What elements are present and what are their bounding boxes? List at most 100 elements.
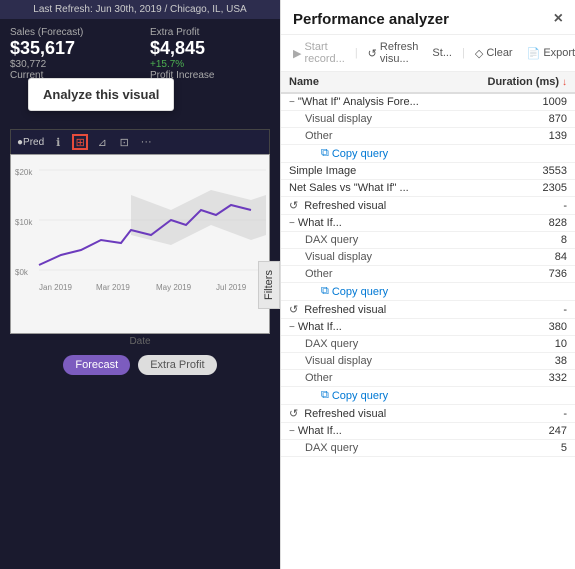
row-name: What If... — [298, 321, 477, 333]
svg-text:$10k: $10k — [15, 218, 33, 227]
table-row: Simple Image 3553 — [281, 163, 575, 180]
visual-icon[interactable]: ⊞ — [72, 134, 88, 150]
table-row: DAX query 10 — [281, 336, 575, 353]
legend-extra-profit[interactable]: Extra Profit — [138, 355, 216, 375]
right-panel: Performance analyzer × ▶ Start record...… — [280, 0, 575, 569]
row-duration: 828 — [477, 217, 567, 229]
kpi-sales-sub1: $30,772 — [10, 59, 130, 70]
svg-text:$20k: $20k — [15, 168, 33, 177]
export-button[interactable]: 📄 Export — [523, 45, 575, 62]
table-row: − What If... 828 — [281, 215, 575, 232]
st-button[interactable]: St... — [428, 45, 456, 61]
export-label: Export — [543, 47, 575, 59]
row-name: "What If" Analysis Fore... — [298, 96, 477, 108]
table-row: ⧉ Copy query — [281, 283, 575, 301]
row-duration: 736 — [477, 268, 567, 280]
row-duration: 84 — [477, 251, 567, 263]
filters-tab[interactable]: Filters — [258, 261, 280, 309]
row-duration: 8 — [477, 234, 567, 246]
kpi-profit: Extra Profit $4,845 +15.7% Profit Increa… — [150, 27, 270, 81]
refresh-row-icon: ↺ — [289, 199, 298, 212]
table-row: Other 736 — [281, 266, 575, 283]
table-row: DAX query 8 — [281, 232, 575, 249]
chart-toolbar: ●Pred ℹ ⊞ ⊿ ⊡ ··· — [10, 129, 270, 154]
row-duration: 332 — [477, 372, 567, 384]
svg-text:$0k: $0k — [15, 268, 29, 277]
row-name: Net Sales vs "What If" ... — [289, 182, 477, 194]
table-row: Visual display 38 — [281, 353, 575, 370]
table-row: Other 332 — [281, 370, 575, 387]
topbar: Last Refresh: Jun 30th, 2019 / Chicago, … — [0, 0, 280, 19]
pred-label: ●Pred — [17, 137, 44, 148]
row-name: Other — [289, 372, 477, 384]
expand-icon[interactable]: − — [289, 218, 295, 229]
refresh-row: ↺ Refreshed visual - — [281, 197, 575, 215]
table-row: − "What If" Analysis Fore... 1009 — [281, 94, 575, 111]
expand-icon[interactable]: − — [289, 322, 295, 333]
chart-x-label: Date — [10, 336, 270, 347]
row-duration: 139 — [477, 130, 567, 142]
col-duration-header: Duration (ms) ↓ — [477, 76, 567, 88]
row-name: Other — [289, 268, 477, 280]
refresh-row-name: Refreshed visual — [304, 408, 477, 420]
row-name: DAX query — [289, 234, 477, 246]
kpi-profit-change: +15.7% — [150, 59, 270, 70]
panel-toolbar: ▶ Start record... | ↺ Refresh visu... St… — [281, 35, 575, 72]
copy-query-link[interactable]: ⧉ Copy query — [289, 389, 477, 402]
clear-label: Clear — [486, 47, 512, 59]
table-row: Net Sales vs "What If" ... 2305 — [281, 180, 575, 197]
st-label: St... — [432, 47, 452, 59]
legend-row: Forecast Extra Profit — [10, 347, 270, 383]
row-name: What If... — [298, 217, 477, 229]
expand-icon[interactable]: − — [289, 426, 295, 437]
record-label: Start record... — [304, 41, 344, 65]
legend-forecast[interactable]: Forecast — [63, 355, 130, 375]
expand-icon[interactable]: − — [289, 97, 295, 108]
sort-icon[interactable]: ↓ — [562, 77, 567, 88]
refresh-button[interactable]: ↺ Refresh visu... — [364, 39, 423, 67]
refresh-row-duration: - — [477, 408, 567, 420]
table-row: Visual display 84 — [281, 249, 575, 266]
panel-header: Performance analyzer × — [281, 0, 575, 35]
record-button[interactable]: ▶ Start record... — [289, 39, 349, 67]
row-duration: 5 — [477, 442, 567, 454]
table-row: ⧉ Copy query — [281, 145, 575, 163]
kpi-sales-value: $35,617 — [10, 38, 130, 59]
col-name-header: Name — [289, 76, 477, 88]
table-row: − What If... 380 — [281, 319, 575, 336]
refresh-row-icon: ↺ — [289, 407, 298, 420]
table-row: ⧉ Copy query — [281, 387, 575, 405]
performance-table: Name Duration (ms) ↓ − "What If" Analysi… — [281, 72, 575, 569]
info-icon[interactable]: ℹ — [50, 134, 66, 150]
left-panel: Last Refresh: Jun 30th, 2019 / Chicago, … — [0, 0, 280, 569]
table-row: Visual display 870 — [281, 111, 575, 128]
row-name: DAX query — [289, 442, 477, 454]
copy-icon: ⧉ — [321, 389, 329, 402]
copy-query-link[interactable]: ⧉ Copy query — [289, 285, 477, 298]
row-name: Visual display — [289, 113, 477, 125]
kpi-profit-value: $4,845 — [150, 38, 270, 59]
row-duration: 247 — [477, 425, 567, 437]
table-header: Name Duration (ms) ↓ — [281, 72, 575, 94]
row-duration: 380 — [477, 321, 567, 333]
refresh-label: Refresh visu... — [380, 41, 419, 65]
row-duration: 2305 — [477, 182, 567, 194]
panel-title: Performance analyzer — [293, 11, 449, 28]
expand-icon[interactable]: ⊡ — [116, 134, 132, 150]
row-name: Visual display — [289, 251, 477, 263]
export-icon: 📄 — [527, 47, 541, 60]
refresh-row: ↺ Refreshed visual - — [281, 405, 575, 423]
refresh-row-icon: ↺ — [289, 303, 298, 316]
copy-query-link[interactable]: ⧉ Copy query — [289, 147, 477, 160]
analyze-tooltip[interactable]: Analyze this visual — [28, 78, 174, 111]
more-icon[interactable]: ··· — [138, 134, 154, 150]
record-icon: ▶ — [293, 47, 301, 60]
refresh-row-name: Refreshed visual — [304, 200, 477, 212]
row-name: DAX query — [289, 338, 477, 350]
row-duration: 3553 — [477, 165, 567, 177]
close-button[interactable]: × — [554, 10, 563, 28]
filter-icon[interactable]: ⊿ — [94, 134, 110, 150]
row-name: Visual display — [289, 355, 477, 367]
clear-button[interactable]: ◇ Clear — [471, 45, 517, 62]
kpi-sales-label: Sales (Forecast) — [10, 27, 130, 38]
